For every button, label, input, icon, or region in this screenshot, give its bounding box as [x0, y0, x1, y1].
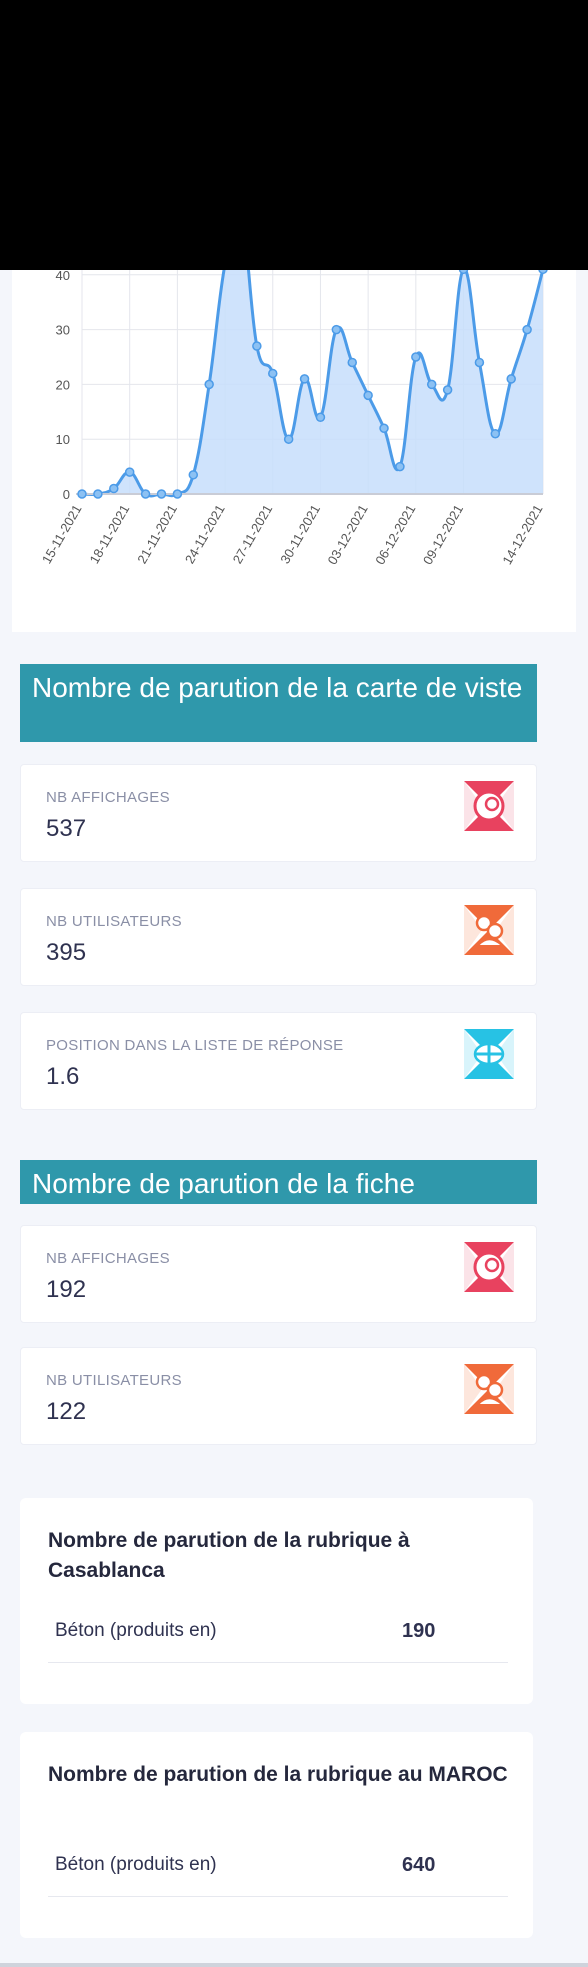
y-tick-label: 0: [63, 487, 70, 502]
series-area: [82, 270, 543, 496]
users-icon: [464, 905, 514, 955]
carte-affichages-card: NB AFFICHAGES 537: [20, 764, 537, 862]
data-point: [379, 423, 389, 433]
y-tick-label: 40: [56, 270, 70, 283]
data-point: [140, 489, 151, 499]
x-tick-label: 06-12-2021: [372, 502, 418, 567]
views-chart-card: 0102030405015-11-202118-11-202121-11-202…: [12, 270, 576, 632]
carte-position-card: POSITION DANS LA LISTE DE RÉPONSE 1.6: [20, 1012, 537, 1110]
rubrique-row-value: 640: [402, 1854, 436, 1876]
users-icon: [464, 1364, 514, 1414]
x-tick-label: 15-11-2021: [39, 502, 85, 566]
data-point: [124, 467, 135, 477]
rubrique-maroc-title: Nombre de parution de la rubrique au MAR…: [48, 1763, 508, 1786]
x-tick-label: 14-12-2021: [499, 502, 545, 567]
bottom-divider: [0, 1963, 588, 1967]
data-point: [156, 489, 167, 499]
data-point: [268, 368, 278, 379]
carte-section-title: Nombre de parution de la carte de viste: [20, 664, 537, 742]
stat-label: NB AFFICHAGES: [46, 1250, 170, 1267]
data-point: [331, 324, 342, 335]
data-point: [522, 324, 532, 335]
rubrique-row-label: Béton (produits en): [55, 1854, 217, 1875]
data-point: [252, 341, 262, 351]
data-point: [315, 412, 326, 423]
x-tick-label: 30-11-2021: [277, 502, 323, 566]
data-point: [347, 357, 357, 368]
views-area-chart: 0102030405015-11-202118-11-202121-11-202…: [39, 270, 548, 567]
data-point: [458, 270, 469, 275]
position-icon: [464, 1029, 514, 1079]
data-point: [538, 270, 548, 275]
fiche-affichages-card: NB AFFICHAGES 192: [20, 1225, 537, 1323]
data-point: [93, 489, 103, 499]
y-tick-label: 10: [56, 432, 70, 447]
x-tick-label: 21-11-2021: [134, 502, 180, 566]
top-black-bar: [0, 0, 588, 270]
rubrique-casablanca-card: Nombre de parution de la rubrique à Casa…: [20, 1498, 533, 1704]
stat-value: 395: [46, 939, 87, 966]
stat-label: POSITION DANS LA LISTE DE RÉPONSE: [46, 1037, 344, 1054]
data-point: [109, 483, 119, 494]
y-tick-label: 20: [56, 377, 70, 392]
data-point: [172, 489, 183, 499]
data-point: [363, 390, 373, 401]
stat-value: 122: [46, 1398, 87, 1425]
stat-value: 537: [46, 815, 87, 842]
x-tick-label: 03-12-2021: [324, 502, 370, 567]
fiche-utilisateurs-card: NB UTILISATEURS 122: [20, 1347, 537, 1445]
data-point: [299, 374, 310, 384]
data-point: [204, 379, 214, 390]
data-point: [188, 470, 199, 480]
x-tick-label: 27-11-2021: [230, 502, 276, 566]
x-tick-label: 24-11-2021: [182, 502, 228, 566]
row-divider: [48, 1896, 508, 1897]
carte-utilisateurs-card: NB UTILISATEURS 395: [20, 888, 537, 986]
data-point: [474, 357, 485, 368]
stat-label: NB UTILISATEURS: [46, 913, 182, 930]
stat-value: 1.6: [46, 1063, 80, 1090]
stat-value: 192: [46, 1276, 87, 1303]
data-point: [426, 379, 437, 390]
rubrique-casablanca-title: Nombre de parution de la rubrique à Casa…: [48, 1529, 410, 1582]
data-point: [442, 385, 453, 395]
x-tick-label: 18-11-2021: [87, 502, 133, 566]
data-point: [283, 434, 294, 444]
y-tick-label: 30: [56, 323, 70, 338]
eye-icon: [464, 781, 514, 831]
stat-label: NB AFFICHAGES: [46, 789, 170, 806]
rubrique-row-label: Béton (produits en): [55, 1620, 217, 1641]
data-point: [490, 428, 501, 439]
fiche-section-title: Nombre de parution de la fiche: [20, 1160, 537, 1204]
stat-label: NB UTILISATEURS: [46, 1372, 182, 1389]
x-tick-label: 09-12-2021: [420, 502, 466, 567]
row-divider: [48, 1662, 508, 1663]
data-point: [506, 374, 516, 384]
data-point: [77, 489, 87, 499]
data-point: [411, 352, 421, 362]
rubrique-maroc-card: Nombre de parution de la rubrique au MAR…: [20, 1732, 533, 1938]
eye-icon: [464, 1242, 514, 1292]
rubrique-row-value: 190: [402, 1620, 436, 1642]
data-point: [395, 461, 405, 472]
